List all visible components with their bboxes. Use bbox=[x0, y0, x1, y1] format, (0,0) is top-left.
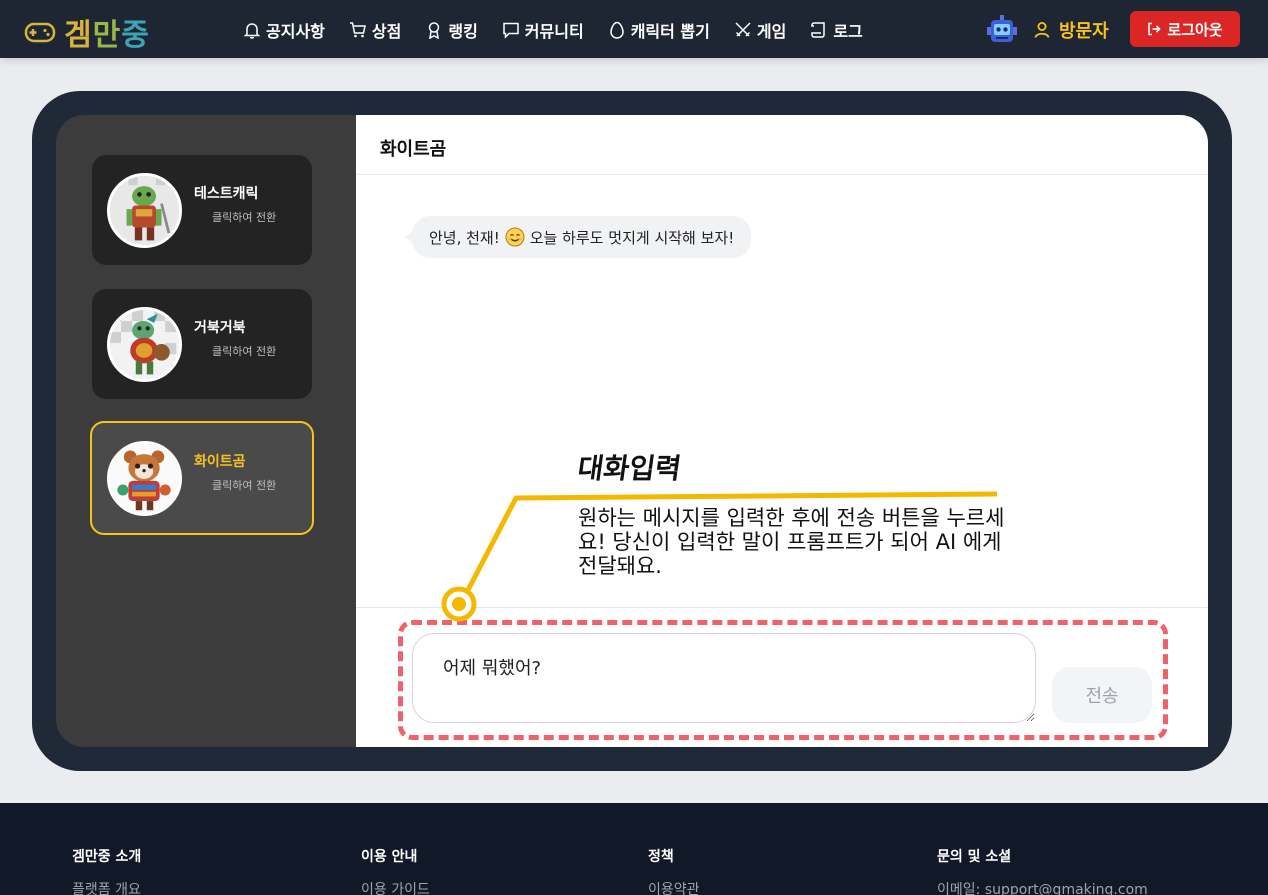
nav-item-label: 게임 bbox=[756, 22, 787, 41]
footer-title: 문의 및 소셜 bbox=[937, 849, 1012, 865]
character-name: 화이트곰 bbox=[194, 454, 246, 470]
footer-column-policy: 정책 이용약관 bbox=[648, 846, 700, 895]
tutorial-description: 원하는 메시지를 입력한 후에 전송 버튼을 누르세요! 당신이 입력한 말이 … bbox=[578, 506, 1005, 578]
logout-label: 로그아웃 bbox=[1167, 20, 1223, 39]
character-card-turtle[interactable]: 거북거북 클릭하여 전환 bbox=[92, 289, 312, 399]
bell-icon bbox=[243, 23, 261, 39]
tutorial-title: 대화입력 bbox=[575, 452, 684, 485]
nav-item-label: 공지사항 bbox=[266, 22, 325, 41]
chat-panel: 화이트곰 안녕, 천재! 오늘 하루도 멋지게 시작해 보자! 전송 bbox=[356, 115, 1208, 747]
footer: 겜만중 소개 플랫폼 개요 이용 안내 이용 가이드 정책 이용약관 문의 및 … bbox=[0, 803, 1268, 895]
footer-title: 이용 안내 bbox=[361, 849, 418, 865]
nav-item-4[interactable]: 캐릭터 뽑기 bbox=[608, 18, 710, 42]
main-nav: 공지사항 상점 랭킹 커뮤니티 캐릭터 뽑기 게임 로그 bbox=[243, 18, 863, 42]
footer-link[interactable]: 플랫폼 개요 bbox=[72, 879, 141, 895]
top-navigation-bar: 겜만중 공지사항 상점 랭킹 커뮤니티 캐릭터 뽑기 게임 로그 방문자 로그아웃 bbox=[0, 0, 1268, 58]
brand-logo[interactable]: 겜만중 bbox=[24, 10, 150, 54]
award-icon bbox=[429, 22, 440, 39]
send-button[interactable]: 전송 bbox=[1052, 667, 1152, 723]
smiling-face-icon bbox=[505, 227, 525, 247]
footer-column-about: 겜만중 소개 플랫폼 개요 bbox=[72, 846, 141, 895]
brand-name: 겜만중 bbox=[64, 18, 150, 53]
cart-icon bbox=[349, 22, 366, 38]
nav-item-label: 랭킹 bbox=[448, 22, 478, 41]
swords-icon bbox=[735, 22, 751, 37]
nav-item-label: 로그 bbox=[833, 22, 863, 41]
scroll-icon bbox=[811, 22, 826, 38]
nav-item-2[interactable]: 랭킹 bbox=[425, 18, 478, 42]
character-card-whitebear[interactable]: 화이트곰 클릭하여 전환 bbox=[90, 421, 314, 535]
logout-icon bbox=[1148, 22, 1162, 36]
character-name: 테스트캐릭 bbox=[194, 186, 259, 202]
nav-item-1[interactable]: 상점 bbox=[349, 18, 401, 42]
character-card-test[interactable]: 테스트캐릭 클릭하여 전환 bbox=[92, 155, 312, 265]
chat-title: 화이트곰 bbox=[356, 115, 1208, 175]
footer-link[interactable]: 이메일: support@gmaking.com bbox=[937, 879, 1148, 895]
message-text-after: 오늘 하루도 멋지게 시작해 보자! bbox=[529, 228, 735, 247]
footer-title: 겜만중 소개 bbox=[72, 849, 142, 865]
egg-icon bbox=[609, 21, 624, 39]
character-avatar bbox=[107, 172, 182, 248]
character-avatar bbox=[107, 440, 182, 516]
message-bubble: 안녕, 천재! 오늘 하루도 멋지게 시작해 보자! bbox=[404, 216, 752, 258]
user-icon bbox=[1034, 22, 1050, 38]
footer-title: 정책 bbox=[648, 849, 674, 865]
message-text-before: 안녕, 천재! bbox=[429, 228, 500, 247]
logout-button[interactable]: 로그아웃 bbox=[1130, 11, 1240, 47]
character-name: 거북거북 bbox=[194, 320, 246, 336]
character-avatar bbox=[107, 306, 182, 382]
footer-column-guide: 이용 안내 이용 가이드 bbox=[361, 846, 430, 895]
character-hint: 클릭하여 전환 bbox=[212, 211, 277, 224]
input-divider bbox=[356, 607, 1208, 608]
robot-avatar-icon[interactable] bbox=[985, 13, 1019, 47]
nav-item-5[interactable]: 게임 bbox=[734, 18, 786, 42]
character-hint: 클릭하여 전환 bbox=[212, 345, 277, 358]
footer-link[interactable]: 이용약관 bbox=[648, 879, 700, 895]
nav-item-label: 커뮤니티 bbox=[524, 22, 584, 41]
chat-icon bbox=[503, 22, 519, 39]
user-name: 방문자 bbox=[1059, 21, 1109, 42]
character-hint: 클릭하여 전환 bbox=[212, 479, 277, 492]
nav-item-label: 캐릭터 뽑기 bbox=[630, 22, 710, 41]
footer-column-contact: 문의 및 소셜 이메일: support@gmaking.com bbox=[937, 846, 1148, 895]
nav-item-0[interactable]: 공지사항 bbox=[243, 18, 325, 42]
nav-item-label: 상점 bbox=[371, 22, 402, 41]
nav-item-3[interactable]: 커뮤니티 bbox=[502, 18, 584, 42]
user-menu[interactable]: 방문자 bbox=[1033, 17, 1109, 43]
footer-link[interactable]: 이용 가이드 bbox=[361, 879, 430, 895]
gamepad-icon bbox=[24, 22, 56, 43]
message-input[interactable] bbox=[412, 633, 1036, 723]
nav-item-6[interactable]: 로그 bbox=[810, 18, 863, 42]
